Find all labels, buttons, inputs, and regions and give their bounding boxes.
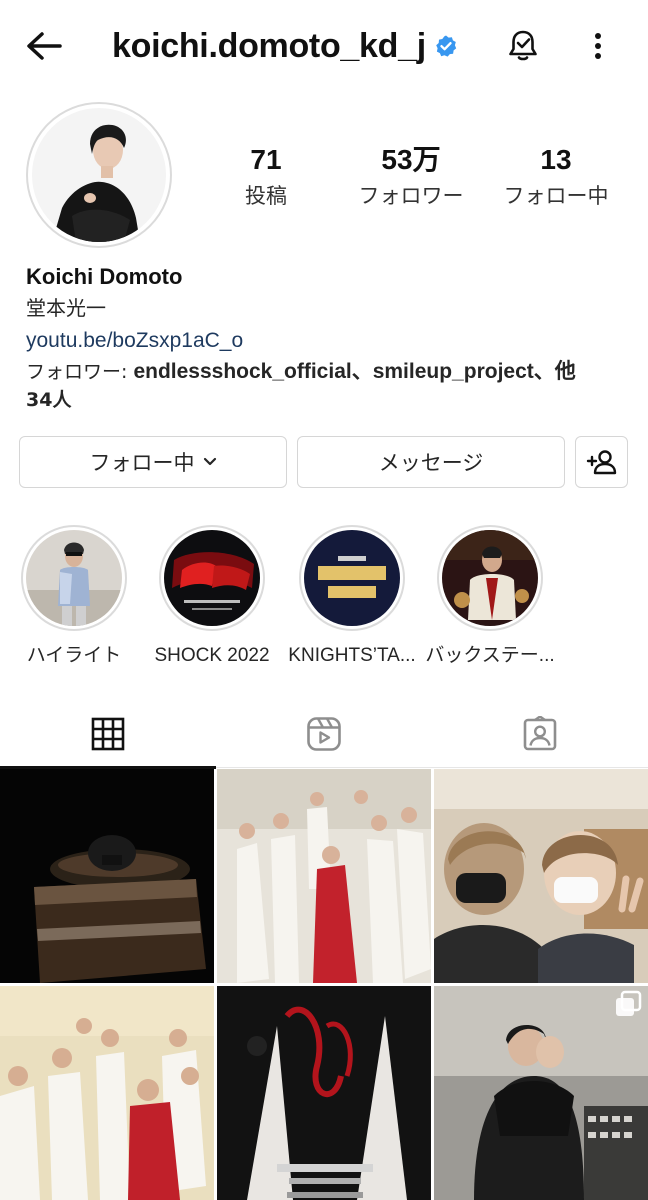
- highlight-label: SHOCK 2022: [154, 645, 270, 666]
- highlight-cover: [26, 530, 122, 626]
- top-bar: koichi.domoto_kd_j: [0, 0, 648, 92]
- post-thumbnail[interactable]: [217, 769, 431, 983]
- display-name: Koichi Domoto: [26, 264, 183, 289]
- mutual-followers-count[interactable]: 34人: [26, 386, 626, 414]
- highlight-label: KNIGHTS’TA...: [288, 645, 416, 666]
- highlight-cover: [304, 530, 400, 626]
- highlight-item[interactable]: ハイライト: [4, 525, 144, 673]
- more-options-button[interactable]: [584, 26, 612, 66]
- highlight-ring: [159, 525, 265, 631]
- tab-posts-grid[interactable]: [0, 700, 216, 769]
- posts-count-label: 投稿: [245, 184, 287, 208]
- highlight-item[interactable]: KNIGHTS’TA...: [282, 525, 422, 673]
- add-person-icon: [586, 450, 616, 475]
- suggest-users-button[interactable]: [575, 436, 628, 488]
- kanji-name: 堂本光一: [26, 296, 106, 320]
- chevron-down-icon: [203, 457, 216, 466]
- arrow-left-icon: [27, 32, 62, 60]
- followers-count-value: 53万: [381, 144, 441, 175]
- username-container: koichi.domoto_kd_j: [112, 22, 458, 70]
- tab-tagged[interactable]: [432, 700, 648, 768]
- post-thumbnail[interactable]: [434, 986, 648, 1200]
- highlight-cover: [164, 530, 260, 626]
- profile-bio: Koichi Domoto 堂本光一 youtu.be/boZsxp1aC_o …: [26, 262, 626, 414]
- post-thumbnail[interactable]: [434, 769, 648, 983]
- post-thumbnail[interactable]: [217, 986, 431, 1200]
- profile-tabs: [0, 700, 648, 769]
- profile-avatar[interactable]: [26, 102, 172, 248]
- message-button-label: メッセージ: [378, 451, 484, 475]
- followers-count-label: フォロワー: [358, 184, 464, 208]
- mutual-followers-names: endlessshock_official、smileup_project、他: [133, 360, 576, 383]
- reels-icon: [307, 717, 341, 751]
- highlight-cover: [442, 530, 538, 626]
- username: koichi.domoto_kd_j: [112, 26, 426, 65]
- tagged-icon: [523, 716, 557, 751]
- highlight-item[interactable]: SHOCK 2022: [142, 525, 282, 673]
- more-vertical-icon: [595, 33, 601, 59]
- notification-bell-icon: [509, 30, 537, 61]
- grid-icon: [91, 717, 125, 751]
- notifications-button[interactable]: [502, 24, 544, 66]
- back-button[interactable]: [22, 28, 66, 64]
- following-count-value: 13: [540, 144, 572, 175]
- highlight-ring: [299, 525, 405, 631]
- posts-count-value: 71: [250, 144, 282, 175]
- post-thumbnail[interactable]: [0, 986, 214, 1200]
- following-count[interactable]: 13 フォロー中: [486, 140, 626, 212]
- following-count-label: フォロー中: [503, 184, 609, 208]
- following-button[interactable]: フォロー中: [19, 436, 287, 488]
- highlight-label: ハイライト: [26, 645, 122, 666]
- mutual-followers[interactable]: フォロワー: endlessshock_official、smileup_pro…: [26, 358, 624, 386]
- following-button-label: フォロー中: [89, 451, 195, 475]
- highlight-label: バックステー...: [425, 645, 555, 666]
- bio-link[interactable]: youtu.be/boZsxp1aC_o: [26, 324, 626, 358]
- followers-count[interactable]: 53万 フォロワー: [341, 140, 481, 212]
- highlight-ring: [437, 525, 543, 631]
- verified-badge-icon: [434, 34, 458, 58]
- tab-reels[interactable]: [216, 700, 432, 768]
- post-thumbnail[interactable]: [0, 769, 214, 983]
- highlight-ring: [21, 525, 127, 631]
- mutual-followers-prefix: フォロワー:: [26, 361, 134, 383]
- posts-count[interactable]: 71 投稿: [196, 140, 336, 212]
- highlight-item[interactable]: バックステー...: [420, 525, 560, 673]
- message-button[interactable]: メッセージ: [297, 436, 565, 488]
- avatar-photo: [32, 108, 166, 242]
